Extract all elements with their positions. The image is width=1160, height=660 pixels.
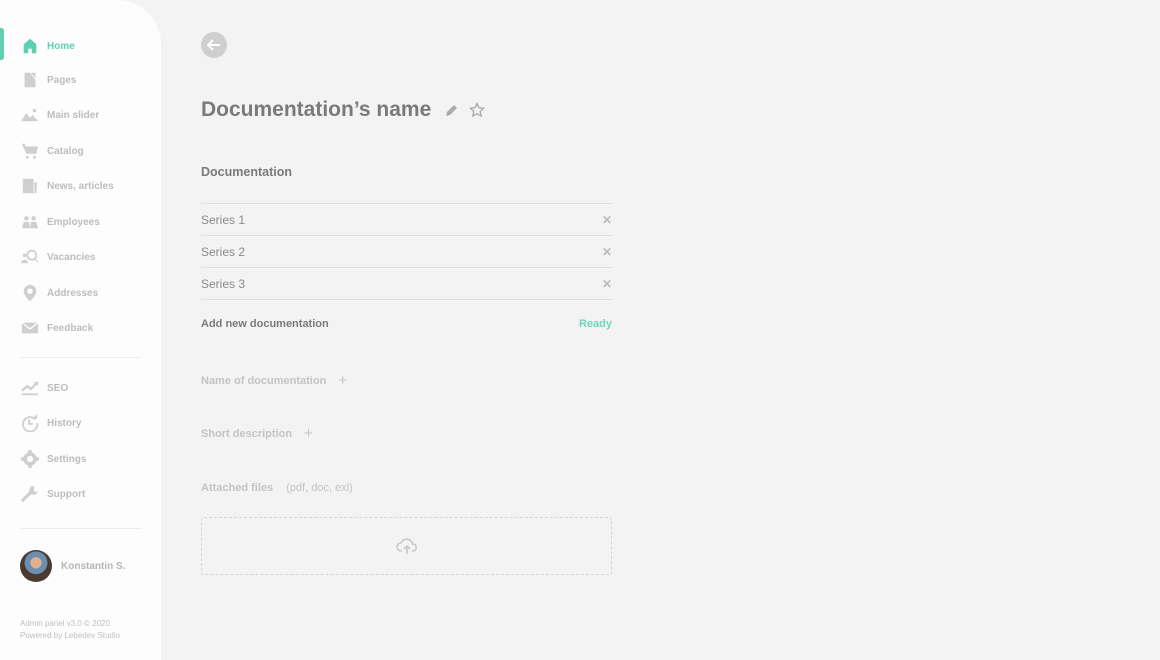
item-label: Series 1 <box>201 212 246 227</box>
sidebar-item-news[interactable]: News, articles <box>20 175 114 197</box>
employees-icon <box>20 212 40 232</box>
add-documentation-label: Add new documentation <box>201 318 329 330</box>
remove-icon[interactable]: ✕ <box>602 245 612 259</box>
item-label: Series 3 <box>201 276 246 291</box>
add-documentation-row: Add new documentation Ready <box>201 318 612 330</box>
list-item[interactable]: Series 3 ✕ <box>201 268 612 300</box>
ready-button[interactable]: Ready <box>579 318 612 330</box>
location-icon <box>20 283 40 303</box>
arrow-left-icon <box>207 39 220 51</box>
sidebar-item-support[interactable]: Support <box>20 483 85 505</box>
remove-icon[interactable]: ✕ <box>602 277 612 291</box>
sidebar-item-label: Addresses <box>47 287 99 299</box>
sidebar-item-main-slider[interactable]: Main slider <box>20 104 99 126</box>
sidebar-item-addresses[interactable]: Addresses <box>20 282 98 304</box>
sidebar-item-label: SEO <box>47 382 69 394</box>
sidebar-item-label: Vacancies <box>47 251 96 263</box>
sidebar-item-feedback[interactable]: Feedback <box>20 317 93 339</box>
footer-version: Admin panel v3.0 © 2020 <box>20 619 110 628</box>
sidebar-item-label: Feedback <box>47 322 94 334</box>
sidebar-item-seo[interactable]: SEO <box>20 377 68 399</box>
sidebar-item-label: Main slider <box>47 109 100 121</box>
pages-icon <box>20 70 40 90</box>
short-description-field[interactable]: Short description + <box>201 425 313 442</box>
list-item[interactable]: Series 1 ✕ <box>201 204 612 236</box>
divider <box>20 357 141 358</box>
item-label: Series 2 <box>201 244 246 259</box>
title-row: Documentation’s name <box>201 98 486 122</box>
section-title: Documentation <box>201 165 292 179</box>
sidebar-item-catalog[interactable]: Catalog <box>20 140 84 162</box>
sidebar-item-label: History <box>47 417 82 429</box>
documentation-list: Series 1 ✕ Series 2 ✕ Series 3 ✕ <box>201 203 612 300</box>
home-icon <box>20 36 40 56</box>
sidebar-item-home[interactable]: Home <box>20 35 75 57</box>
short-description-label: Short description <box>201 427 293 440</box>
active-indicator <box>0 28 4 60</box>
divider <box>20 528 141 529</box>
list-item[interactable]: Series 2 ✕ <box>201 236 612 268</box>
footer: Admin panel v3.0 © 2020 Powered by Lebed… <box>20 618 120 642</box>
vacancies-icon <box>20 247 40 267</box>
image-icon <box>20 105 40 125</box>
name-field[interactable]: Name of documentation + <box>201 372 347 389</box>
avatar[interactable] <box>20 550 52 582</box>
cart-icon <box>20 141 40 161</box>
sidebar-item-vacancies[interactable]: Vacancies <box>20 246 95 268</box>
sidebar-item-label: Support <box>47 488 86 500</box>
plus-icon[interactable]: + <box>304 425 313 442</box>
sidebar-item-label: Home <box>47 40 75 52</box>
name-field-label: Name of documentation <box>201 374 327 387</box>
remove-icon[interactable]: ✕ <box>602 213 612 227</box>
user-profile[interactable]: Konstantin S. <box>20 550 125 582</box>
gear-icon <box>20 449 40 469</box>
footer-credit: Powered by Lebedev Studio <box>20 631 121 640</box>
sidebar-item-label: Employees <box>47 216 100 228</box>
star-icon[interactable] <box>469 102 486 118</box>
news-icon <box>20 176 40 196</box>
attached-files-label: Attached files <box>201 482 274 494</box>
sidebar-item-label: Settings <box>47 453 87 465</box>
sidebar-item-pages[interactable]: Pages <box>20 69 76 91</box>
plus-icon[interactable]: + <box>338 372 347 389</box>
wrench-icon <box>20 484 40 504</box>
back-button[interactable] <box>201 32 227 58</box>
sidebar-item-employees[interactable]: Employees <box>20 211 100 233</box>
sidebar: Home Pages Main slider Catalog News, art… <box>0 0 161 660</box>
attached-files-hint: (pdf, doc, exl) <box>286 482 353 494</box>
page-title: Documentation’s name <box>201 98 432 121</box>
attached-files: Attached files (pdf, doc, exl) <box>201 482 353 494</box>
cloud-upload-icon <box>395 538 417 554</box>
sidebar-item-label: News, articles <box>47 180 114 192</box>
trend-icon <box>20 378 40 398</box>
history-icon <box>20 413 40 433</box>
sidebar-item-settings[interactable]: Settings <box>20 448 86 470</box>
user-name: Konstantin S. <box>61 560 126 572</box>
sidebar-item-label: Pages <box>47 74 77 86</box>
sidebar-item-history[interactable]: History <box>20 412 81 434</box>
mail-icon <box>20 318 40 338</box>
pencil-icon[interactable] <box>445 103 459 117</box>
file-dropzone[interactable] <box>201 517 612 575</box>
sidebar-item-label: Catalog <box>47 145 84 157</box>
